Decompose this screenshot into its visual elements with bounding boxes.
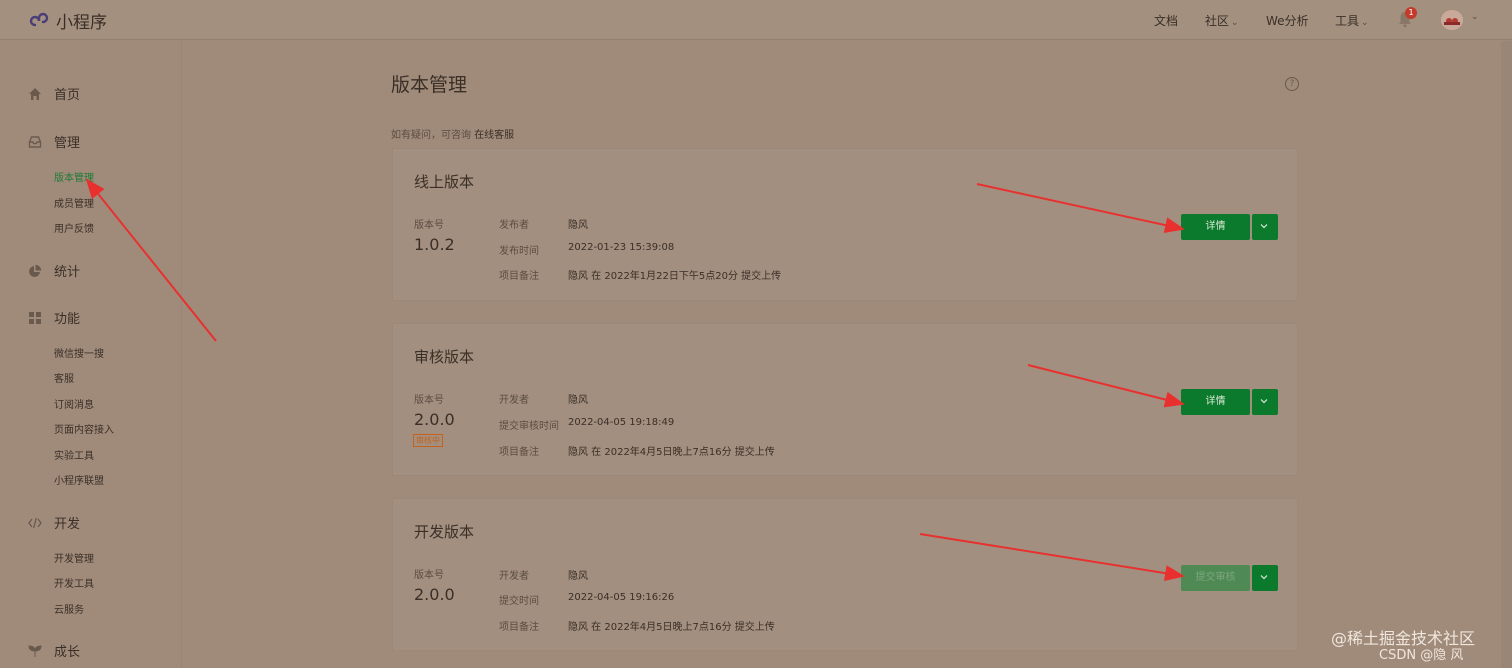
field-label: 发布时间 (499, 246, 539, 257)
version-number: 2.0.0 (414, 410, 455, 429)
miniprogram-logo-icon (29, 12, 49, 26)
nav-tools[interactable]: 工具 ⌄ (1335, 12, 1369, 29)
field-label: 提交审核时间 (499, 421, 559, 432)
submit-review-button[interactable]: 提交审核 (1181, 565, 1250, 591)
field-value: 2022-01-23 15:39:08 (568, 242, 675, 253)
field-label: 发布者 (499, 220, 529, 231)
chevron-down-icon[interactable]: ⌄ (1471, 12, 1479, 22)
sidebar-item-cloud-service[interactable]: 云服务 (54, 601, 84, 616)
scrollbar[interactable] (1501, 41, 1512, 668)
avatar[interactable] (1441, 10, 1463, 30)
field-value: 隐风 (568, 395, 588, 406)
field-label: 开发者 (499, 395, 529, 406)
chevron-down-icon: ⌄ (1361, 18, 1369, 28)
sidebar-group-stats[interactable]: 统计 (28, 261, 80, 280)
field-value: 隐风 (568, 571, 588, 582)
field-label: 提交时间 (499, 596, 539, 607)
nav-we-analysis[interactable]: We分析 (1266, 12, 1309, 29)
sidebar-item-dev-tools[interactable]: 开发工具 (54, 575, 94, 590)
app-title: 小程序 (56, 13, 107, 33)
notification-badge: 1 (1405, 7, 1417, 19)
field-value: 隐风 (568, 220, 588, 231)
sprout-icon (28, 644, 42, 657)
sidebar-item-customer-service[interactable]: 客服 (54, 370, 74, 385)
sidebar-item-page-content[interactable]: 页面内容接入 (54, 421, 114, 436)
sidebar-item-label: 首页 (54, 88, 81, 103)
version-number: 2.0.0 (414, 585, 455, 604)
inbox-icon (28, 135, 42, 148)
details-button[interactable]: 详情 (1181, 214, 1250, 240)
sidebar-item-subscribe-message[interactable]: 订阅消息 (54, 396, 94, 411)
help-icon[interactable]: ? (1285, 77, 1299, 91)
sidebar-item-label: 成长 (54, 645, 81, 660)
version-label: 版本号 (414, 395, 444, 406)
field-value: 隐风 在 2022年4月5日晚上7点16分 提交上传 (568, 622, 775, 633)
card-title: 开发版本 (414, 523, 475, 541)
top-bar: 小程序 文档 社区 ⌄ We分析 工具 ⌄ 1 ⌄ (0, 0, 1512, 40)
nav-community[interactable]: 社区 ⌄ (1205, 12, 1239, 29)
sidebar-item-lab-tools[interactable]: 实验工具 (54, 447, 94, 462)
field-value: 隐风 在 2022年4月5日晚上7点16分 提交上传 (568, 447, 775, 458)
logo[interactable]: 小程序 (28, 8, 107, 33)
sidebar-group-growth[interactable]: 成长 (28, 641, 80, 660)
more-dropdown-button[interactable] (1252, 214, 1278, 240)
field-label: 项目备注 (499, 622, 539, 633)
sidebar-group-dev[interactable]: 开发 (28, 513, 80, 532)
sidebar-item-member-manage[interactable]: 成员管理 (54, 195, 94, 210)
dev-version-card: 开发版本 版本号 2.0.0 开发者 隐风 提交时间 2022-04-05 19… (392, 498, 1298, 651)
chevron-down-icon (1260, 224, 1268, 229)
nav-community-label: 社区 (1205, 14, 1230, 28)
review-version-card: 审核版本 版本号 2.0.0 审核中 开发者 隐风 提交审核时间 2022-04… (392, 323, 1298, 476)
sidebar-group-features[interactable]: 功能 (28, 308, 80, 327)
sidebar-item-label: 统计 (54, 265, 81, 280)
field-value: 隐风 在 2022年1月22日下午5点20分 提交上传 (568, 271, 782, 282)
sidebar-item-home[interactable]: 首页 (28, 84, 80, 103)
more-dropdown-button[interactable] (1252, 565, 1278, 591)
nav-tools-label: 工具 (1335, 14, 1360, 28)
sidebar-item-dev-manage[interactable]: 开发管理 (54, 550, 94, 565)
card-title: 审核版本 (414, 348, 475, 366)
pie-chart-icon (29, 264, 42, 277)
sidebar-item-label: 功能 (54, 312, 81, 327)
online-version-card: 线上版本 版本号 1.0.2 发布者 隐风 发布时间 2022-01-23 15… (392, 148, 1298, 301)
field-label: 项目备注 (499, 447, 539, 458)
watermark-csdn: CSDN @隐 风 (1379, 648, 1464, 663)
avatar-image-icon (1441, 10, 1463, 30)
field-label: 开发者 (499, 571, 529, 582)
version-number: 1.0.2 (414, 235, 455, 254)
sidebar-item-wechat-search[interactable]: 微信搜一搜 (54, 345, 104, 360)
home-icon (29, 87, 41, 100)
card-title: 线上版本 (414, 173, 475, 191)
field-label: 项目备注 (499, 271, 539, 282)
field-value: 2022-04-05 19:16:26 (568, 592, 675, 603)
sidebar-item-label: 开发 (54, 517, 81, 532)
code-icon (28, 517, 42, 528)
nav-docs[interactable]: 文档 (1154, 12, 1178, 29)
online-service-link[interactable]: 在线客服 (474, 130, 514, 141)
chevron-down-icon (1260, 575, 1268, 580)
sidebar-group-manage[interactable]: 管理 (28, 132, 80, 151)
help-tip-text: 如有疑问，可咨询 (391, 130, 471, 141)
details-button[interactable]: 详情 (1181, 389, 1250, 415)
version-label: 版本号 (414, 220, 444, 231)
version-label: 版本号 (414, 570, 444, 581)
page-title: 版本管理 (391, 74, 468, 96)
chevron-down-icon: ⌄ (1231, 18, 1239, 28)
sidebar-item-user-feedback[interactable]: 用户反馈 (54, 220, 94, 235)
sidebar-item-version-manage[interactable]: 版本管理 (54, 169, 94, 184)
status-badge: 审核中 (413, 434, 443, 447)
more-dropdown-button[interactable] (1252, 389, 1278, 415)
field-value: 2022-04-05 19:18:49 (568, 417, 675, 428)
help-tip: 如有疑问，可咨询 在线客服 (391, 126, 514, 141)
chevron-down-icon (1260, 399, 1268, 404)
sidebar-item-label: 管理 (54, 136, 81, 151)
grid-icon (29, 311, 41, 324)
sidebar-item-alliance[interactable]: 小程序联盟 (54, 472, 104, 487)
